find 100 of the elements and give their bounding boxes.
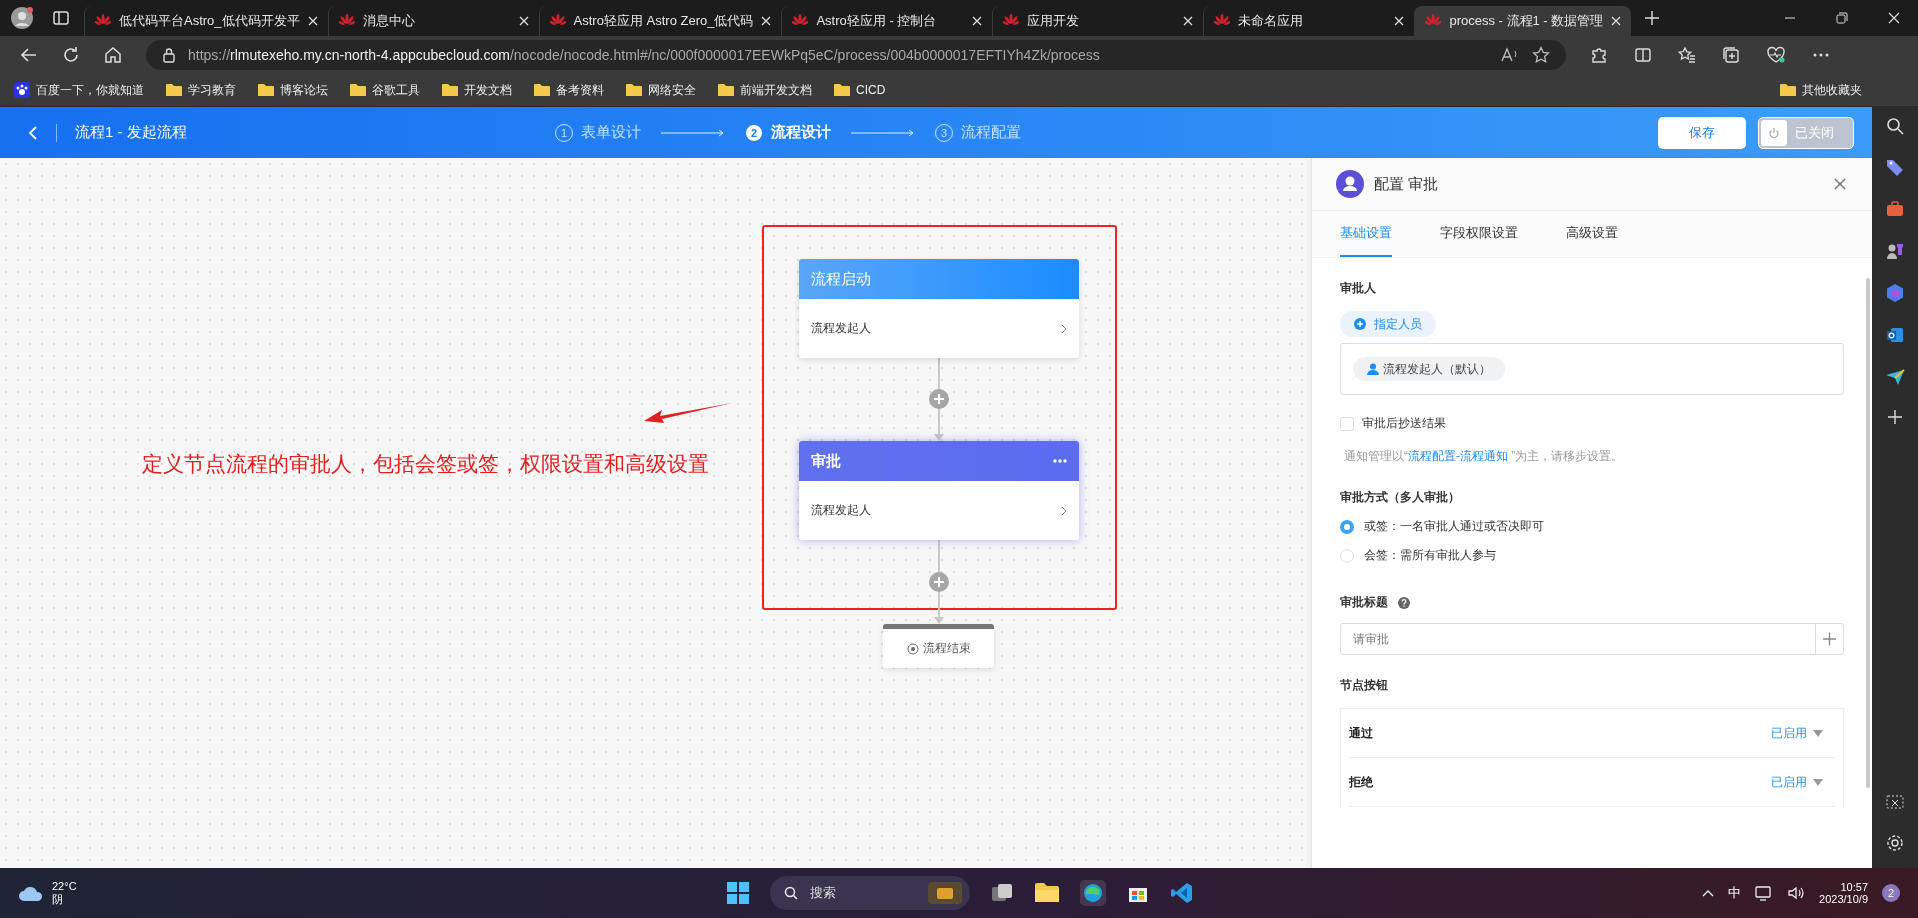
bookmark[interactable]: 百度一下，你就知道 xyxy=(14,81,144,99)
home-icon[interactable] xyxy=(104,46,122,64)
end-label: 流程结束 xyxy=(922,640,971,657)
input-method[interactable]: 中 xyxy=(1728,884,1742,902)
panel-title: 配置 审批 xyxy=(1374,174,1439,194)
restore-icon[interactable] xyxy=(1836,12,1848,24)
more-icon[interactable] xyxy=(1053,459,1067,463)
puzzle-icon[interactable] xyxy=(1590,46,1608,64)
checkbox[interactable] xyxy=(1340,416,1354,431)
button-name: 拒绝 xyxy=(1349,773,1373,791)
bookmark[interactable]: 其他收藏夹 xyxy=(1780,81,1862,99)
paper-plane-icon[interactable] xyxy=(1885,367,1905,387)
flow-node[interactable]: 审批 流程发起人 xyxy=(799,441,1079,540)
bookmark[interactable]: 开发文档 xyxy=(442,81,512,99)
status-dropdown[interactable]: 已启用 xyxy=(1771,773,1823,791)
panel-tab[interactable]: 高级设置 xyxy=(1566,211,1618,257)
flower-logo-icon xyxy=(1214,14,1231,28)
folder-icon[interactable] xyxy=(1034,881,1060,905)
notice-link[interactable]: 流程配置-流程通知 xyxy=(1408,449,1508,463)
notification-badge[interactable]: 2 xyxy=(1882,884,1900,902)
bookmark[interactable]: 前端开发文档 xyxy=(718,81,812,99)
monitor-icon[interactable] xyxy=(1755,885,1774,901)
step-tab[interactable]: 2 流程设计 xyxy=(745,123,831,142)
briefcase-icon[interactable] xyxy=(928,882,962,904)
bookmark[interactable]: 网络安全 xyxy=(626,81,696,99)
notice-text: 通知管理以“流程配置-流程通知 ”为主，请移步设置。 xyxy=(1343,448,1624,465)
section-heading: 审批标题 xyxy=(1340,594,1388,611)
folder-icon xyxy=(442,83,458,97)
star-icon[interactable] xyxy=(1532,46,1550,64)
code-editor-icon[interactable] xyxy=(1170,881,1194,905)
radio-button[interactable] xyxy=(1340,519,1354,534)
bookmark[interactable]: CICD xyxy=(834,83,886,97)
settings-icon[interactable] xyxy=(1886,834,1904,852)
heart-pulse-icon[interactable] xyxy=(1766,46,1786,64)
browser-icon[interactable] xyxy=(1080,880,1106,906)
folder-icon xyxy=(718,83,734,97)
clock-date[interactable]: 2023/10/9 xyxy=(1819,893,1868,905)
search-icon xyxy=(784,886,798,900)
bookmark[interactable]: 博客论坛 xyxy=(258,81,328,99)
section-heading: 审批人 xyxy=(1340,280,1376,297)
bookmark[interactable]: 谷歌工具 xyxy=(350,81,420,99)
arrow-icon xyxy=(851,128,915,137)
start-icon[interactable] xyxy=(726,881,750,905)
chess-icon[interactable] xyxy=(1885,241,1905,261)
panel-tab[interactable]: 字段权限设置 xyxy=(1440,211,1518,257)
approver-chip[interactable]: 流程发起人（默认） xyxy=(1353,357,1505,381)
person-icon xyxy=(1367,363,1379,375)
tab-actions-icon[interactable] xyxy=(52,9,70,27)
folder-icon xyxy=(834,83,850,97)
chevron-up-icon[interactable] xyxy=(1702,889,1715,897)
scrollbar[interactable] xyxy=(1866,278,1870,788)
section-heading: 节点按钮 xyxy=(1340,677,1388,694)
bookmark[interactable]: 学习教育 xyxy=(166,81,236,99)
flower-logo-icon xyxy=(1425,14,1442,28)
section-heading: 审批方式（多人审批） xyxy=(1340,489,1460,506)
cloud-icon xyxy=(18,884,44,902)
read-aloud-icon[interactable] xyxy=(1500,47,1520,63)
url-text: https://rlmutexeho.my.cn-north-4.appcubecloud.com/nocode/nocode.html#/nc/000f0000017EEWkPq5eC/process/004b0000017EFTIYh4Zk/process xyxy=(188,47,1100,63)
title-field[interactable]: 请审批 xyxy=(1340,623,1816,655)
radio-label: 会签：需所有审批人参与 xyxy=(1364,547,1496,564)
clock-time[interactable]: 10:57 xyxy=(1840,881,1868,893)
add-node-button[interactable] xyxy=(929,389,949,409)
briefcase-icon[interactable] xyxy=(1885,199,1905,219)
node-title: 审批 xyxy=(811,451,841,471)
power-icon xyxy=(1768,126,1780,139)
add-node-button[interactable] xyxy=(929,572,949,592)
flower-logo-icon xyxy=(338,14,355,28)
add-icon[interactable] xyxy=(1887,409,1903,425)
speaker-icon[interactable] xyxy=(1787,885,1806,901)
caret-down-icon xyxy=(1813,778,1823,786)
folder-icon xyxy=(534,83,550,97)
favorites-icon[interactable] xyxy=(1678,46,1696,64)
tag-icon[interactable] xyxy=(1885,157,1905,177)
button-name: 通过 xyxy=(1349,724,1373,742)
status-dropdown[interactable]: 已启用 xyxy=(1771,724,1823,742)
back-icon[interactable] xyxy=(20,46,38,64)
split-screen-icon[interactable] xyxy=(1634,46,1652,64)
search-field[interactable]: 搜索 xyxy=(770,876,970,910)
profile-avatar-icon[interactable] xyxy=(10,6,34,30)
end-node[interactable]: 流程结束 xyxy=(883,624,994,668)
address-bar[interactable]: https://rlmutexeho.my.cn-north-4.appcubecloud.com/nocode/nocode.html#/nc/000f0000017EEWkPq5eC/process/004b0000017EFTIYh4Zk/process xyxy=(146,40,1566,70)
lock-icon xyxy=(162,47,176,63)
save-button[interactable]: 保存 xyxy=(1658,116,1746,149)
close-icon[interactable] xyxy=(1834,178,1846,190)
bookmark[interactable]: 备考资料 xyxy=(534,81,604,99)
refresh-icon[interactable] xyxy=(62,46,80,64)
help-icon[interactable] xyxy=(1398,596,1410,609)
screenshot-icon[interactable] xyxy=(1885,794,1905,812)
radio-label: 或签：一名审批人通过或否决即可 xyxy=(1364,518,1544,535)
user-avatar-icon xyxy=(1336,170,1364,198)
browser-tab[interactable]: process - 流程1 - 数据管理 xyxy=(1414,6,1632,36)
search-icon[interactable] xyxy=(1886,117,1904,135)
mail-app-icon[interactable] xyxy=(1885,325,1905,345)
collections-icon[interactable] xyxy=(1722,46,1740,64)
back-icon[interactable] xyxy=(28,124,38,141)
weather-text: 阴 xyxy=(52,891,64,907)
new-tab-icon[interactable] xyxy=(1645,11,1660,25)
flower-logo-icon xyxy=(1003,14,1020,28)
hexagon-logo-icon[interactable] xyxy=(1885,283,1905,303)
flow-node[interactable]: 流程启动 流程发起人 xyxy=(799,259,1079,358)
